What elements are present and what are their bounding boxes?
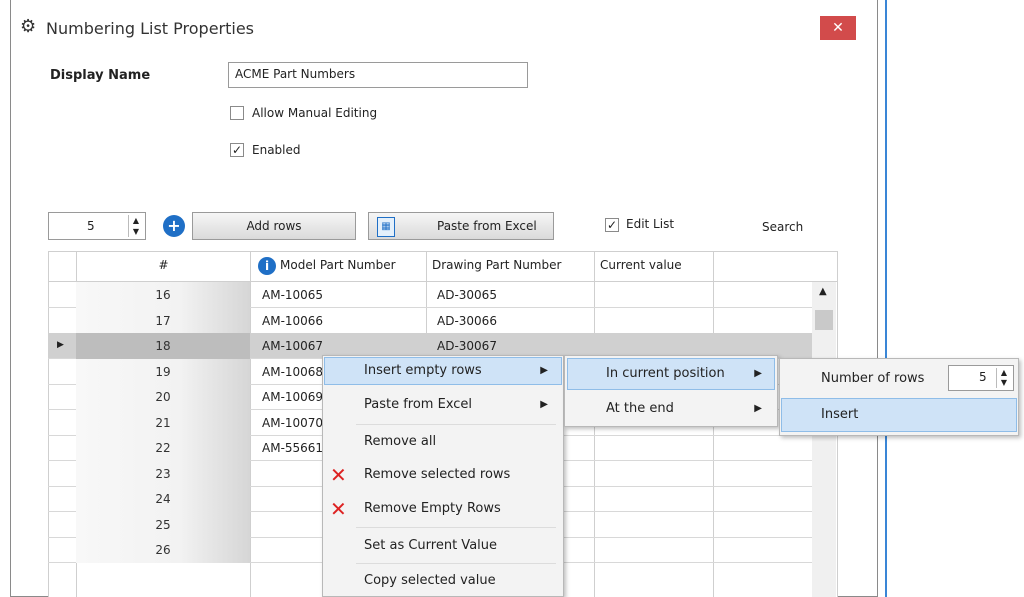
close-button[interactable]: ✕	[820, 16, 856, 40]
search-label[interactable]: Search	[762, 220, 803, 234]
menu-item-remove-all[interactable]: Remove all	[364, 427, 554, 457]
spinner-arrows-icon[interactable]: ▲ ▼	[128, 215, 143, 237]
menu-item-insert-empty-rows[interactable]: Insert empty rows ▶	[364, 356, 554, 386]
submenu-arrow-icon: ▶	[754, 403, 762, 414]
row-number-cell[interactable]: 20	[76, 384, 250, 410]
number-of-rows-label: Number of rows	[821, 371, 925, 386]
scroll-up-icon[interactable]: ▲	[819, 286, 827, 297]
excel-paste-icon: ▦	[377, 217, 395, 237]
spinner-arrows-icon[interactable]: ▲ ▼	[996, 368, 1011, 388]
menu-item-label: Paste from Excel	[364, 397, 473, 412]
current-value-cell[interactable]	[600, 512, 713, 538]
menu-item-copy-selected-value[interactable]: Copy selected value	[364, 566, 554, 596]
row-number-cell[interactable]: 19	[76, 359, 250, 385]
model-part-number-cell[interactable]: AM-10066	[257, 308, 427, 334]
insert-button[interactable]	[781, 398, 1017, 432]
column-header-number[interactable]: #	[76, 252, 251, 280]
table-row[interactable]: 17 AM-10066 AD-30066	[48, 308, 813, 334]
red-x-icon: ✕	[330, 497, 347, 521]
table-row[interactable]: 16 AM-10065 AD-30065	[48, 282, 813, 308]
current-value-cell[interactable]	[600, 308, 713, 334]
menu-item-remove-empty-rows[interactable]: Remove Empty Rows	[364, 494, 554, 524]
menu-item-paste-from-excel[interactable]: Paste from Excel ▶	[364, 390, 554, 420]
drawing-part-number-cell[interactable]: AD-30065	[432, 282, 592, 308]
current-value-cell[interactable]	[600, 461, 713, 487]
submenu-item-in-current-position[interactable]: In current position ▶	[606, 359, 766, 389]
display-name-label: Display Name	[50, 68, 151, 83]
info-icon[interactable]: i	[258, 257, 276, 275]
column-header-current-value[interactable]: Current value	[600, 252, 710, 280]
allow-manual-editing-label: Allow Manual Editing	[252, 106, 378, 120]
submenu-item-at-the-end[interactable]: At the end ▶	[606, 394, 766, 424]
menu-item-set-as-current-value[interactable]: Set as Current Value	[364, 531, 554, 561]
submenu-arrow-icon: ▶	[540, 399, 548, 410]
column-header-drawing-part-number[interactable]: Drawing Part Number	[432, 252, 592, 280]
drawing-part-number-cell[interactable]: AD-30066	[432, 308, 592, 334]
add-rows-button[interactable]: Add rows	[192, 212, 356, 240]
row-indicator-icon: ▶	[57, 340, 64, 350]
allow-manual-editing-checkbox[interactable]	[230, 106, 244, 120]
add-rows-plus-icon[interactable]: +	[163, 215, 185, 237]
scroll-thumb[interactable]	[815, 310, 833, 330]
current-value-cell[interactable]	[600, 282, 713, 308]
app-gear-icon: ⚙	[20, 16, 37, 37]
edit-list-checkbox[interactable]: ✓	[605, 218, 619, 232]
row-number-cell[interactable]: 25	[76, 512, 250, 538]
number-of-rows-spinner[interactable]: 5 ▲ ▼	[948, 365, 1014, 391]
menu-separator	[356, 563, 556, 564]
submenu-arrow-icon: ▶	[540, 365, 548, 376]
row-number-cell[interactable]: 16	[76, 282, 250, 308]
red-x-icon: ✕	[330, 463, 347, 487]
row-number-cell[interactable]: 24	[76, 486, 250, 512]
current-value-cell[interactable]	[600, 537, 713, 563]
enabled-label: Enabled	[252, 143, 301, 157]
row-number-cell[interactable]: 21	[76, 410, 250, 436]
current-value-cell[interactable]	[600, 486, 713, 512]
grid-scrollbar[interactable]: ▲	[812, 282, 836, 597]
model-part-number-cell[interactable]: AM-10065	[257, 282, 427, 308]
rows-count-value: 5	[87, 219, 95, 233]
row-number-cell[interactable]: 23	[76, 461, 250, 487]
row-number-cell[interactable]: 17	[76, 308, 250, 334]
menu-separator	[356, 424, 556, 425]
paste-from-excel-label: Paste from Excel	[437, 219, 537, 233]
menu-item-label: Insert empty rows	[364, 363, 482, 378]
number-of-rows-value: 5	[979, 370, 987, 384]
rows-count-spinner[interactable]: 5 ▲ ▼	[48, 212, 146, 240]
current-value-cell[interactable]	[600, 435, 713, 461]
window-edge-accent	[885, 0, 887, 597]
display-name-field[interactable]: ACME Part Numbers	[228, 62, 528, 88]
row-number-cell[interactable]: 22	[76, 435, 250, 461]
paste-from-excel-button[interactable]: ▦ Paste from Excel	[368, 212, 554, 240]
submenu-arrow-icon: ▶	[754, 368, 762, 379]
submenu-item-label: At the end	[606, 401, 674, 416]
edit-list-label: Edit List	[626, 217, 675, 231]
submenu-item-label: In current position	[606, 366, 725, 381]
menu-separator	[356, 527, 556, 528]
menu-item-remove-selected-rows[interactable]: Remove selected rows	[364, 460, 554, 490]
insert-button-label: Insert	[821, 407, 859, 422]
row-number-cell[interactable]: 26	[76, 537, 250, 563]
enabled-checkbox[interactable]: ✓	[230, 143, 244, 157]
column-header-model-part-number[interactable]: Model Part Number	[280, 252, 430, 280]
window-title: Numbering List Properties	[46, 19, 255, 38]
row-number-cell[interactable]: 18	[76, 333, 250, 359]
